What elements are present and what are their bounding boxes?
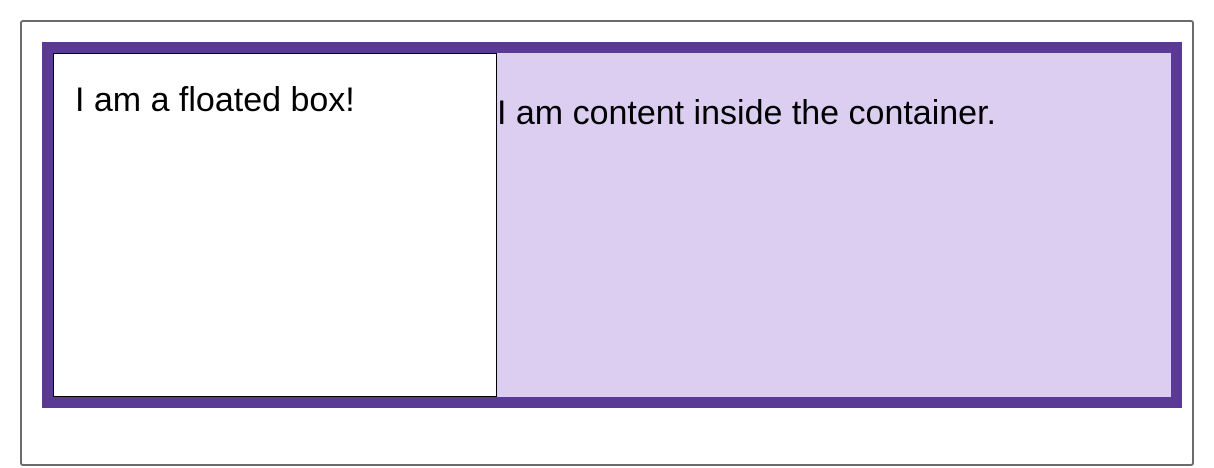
container-text: I am content inside the container. — [497, 94, 996, 132]
outer-frame: I am a floated box! I am content inside … — [20, 20, 1194, 466]
floated-box-text: I am a floated box! — [75, 81, 355, 119]
floated-box: I am a floated box! — [53, 53, 497, 397]
container: I am a floated box! I am content inside … — [42, 42, 1182, 408]
